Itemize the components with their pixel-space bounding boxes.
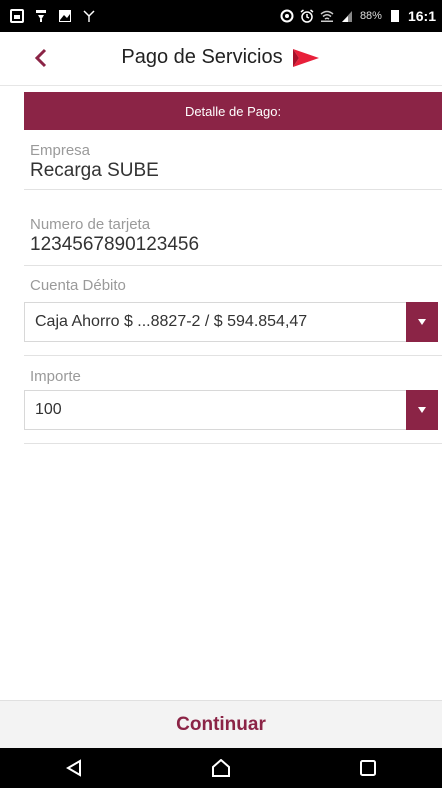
divider <box>24 355 442 356</box>
download-notification-icon <box>36 10 46 22</box>
status-bar-notifications <box>10 9 96 23</box>
debit-account-select[interactable]: Caja Ahorro $ ...8827-2 / $ 594.854,47 <box>24 302 438 342</box>
amount-label: Importe <box>30 368 81 385</box>
continue-label: Continuar <box>176 713 266 735</box>
debit-account-label: Cuenta Débito <box>30 277 126 294</box>
chevron-down-icon <box>418 407 426 413</box>
nav-home-button[interactable] <box>201 748 241 788</box>
empresa-label: Empresa <box>30 142 91 159</box>
wifi-icon <box>320 10 334 22</box>
page-title-text: Pago de Servicios <box>121 46 283 68</box>
debit-account-dropdown-button[interactable] <box>406 302 438 342</box>
alarm-icon <box>300 9 314 23</box>
continue-button[interactable]: Continuar <box>0 700 442 748</box>
amount-select[interactable]: 100 <box>24 390 438 430</box>
antenna-notification-icon <box>83 10 95 22</box>
data-saver-icon <box>280 9 294 23</box>
amount-value: 100 <box>35 401 62 418</box>
card-number-value: 1234567890123456 <box>30 234 200 255</box>
card-number-label: Numero de tarjeta <box>30 216 151 233</box>
empresa-value: Recarga SUBE <box>30 160 159 181</box>
banner-label: Detalle de Pago: <box>184 103 282 119</box>
debit-account-value: Caja Ahorro $ ...8827-2 / $ 594.854,47 <box>35 313 308 330</box>
page-title: Pago de Servicios <box>0 46 442 69</box>
nav-back-button[interactable] <box>54 748 94 788</box>
brand-arrow-icon <box>292 48 319 67</box>
clock: 16:1 <box>407 8 436 24</box>
square-recents-icon <box>360 760 377 776</box>
empresa-field: Empresa Recarga SUBE <box>24 132 442 190</box>
triangle-back-icon <box>65 759 81 777</box>
signal-icon <box>341 11 352 22</box>
battery-icon <box>390 10 399 22</box>
app-screen: 88% 16:1 Pago de Servicios Detalle de Pa… <box>0 0 442 788</box>
home-icon <box>211 759 230 777</box>
status-bar-system: 88% 16:1 <box>280 8 436 24</box>
status-bar: 88% 16:1 <box>0 0 442 32</box>
battery-percent: 88% <box>359 10 382 22</box>
chevron-down-icon <box>418 319 426 325</box>
android-nav-bar <box>0 748 442 788</box>
payment-detail-banner: Detalle de Pago: <box>24 92 442 130</box>
divider <box>24 443 442 444</box>
image-notification-icon <box>59 10 71 22</box>
app-header: Pago de Servicios <box>0 32 442 86</box>
gallery-notification-icon <box>10 9 24 23</box>
nav-recents-button[interactable] <box>348 748 388 788</box>
amount-dropdown-button[interactable] <box>406 390 438 430</box>
card-number-field: Numero de tarjeta 1234567890123456 <box>24 206 442 266</box>
